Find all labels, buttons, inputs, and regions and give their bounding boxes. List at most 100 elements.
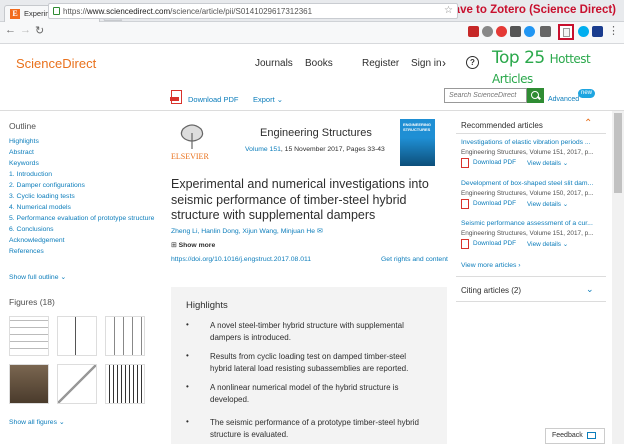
outline-item-numerical[interactable]: 4. Numerical models (9, 204, 71, 211)
view-more-articles-link[interactable]: View more articles › (461, 262, 521, 269)
figure-thumbnail[interactable] (105, 364, 145, 404)
bullet: • (186, 320, 189, 329)
outline-item-highlights[interactable]: Highlights (9, 138, 39, 145)
divider (456, 301, 606, 302)
figure-thumbnail[interactable] (57, 316, 97, 356)
pdf-icon (461, 158, 469, 168)
address-bar[interactable]: https://www.sciencedirect.com/science/ar… (48, 3, 458, 19)
chevron-right-icon: › (442, 56, 446, 70)
extension-red-icon[interactable] (496, 26, 507, 37)
doi-link[interactable]: https://doi.org/10.1016/j.engstruct.2017… (171, 256, 311, 263)
recommended-download-pdf[interactable]: Download PDF (473, 200, 516, 207)
nav-sign-in[interactable]: Sign in (411, 58, 442, 69)
pdf-icon (461, 239, 469, 249)
recommended-article-title[interactable]: Development of box-shaped steel slit dam… (461, 180, 601, 187)
figure-thumbnail[interactable] (105, 316, 145, 356)
outline-item-conclusions[interactable]: 6. Conclusions (9, 226, 54, 233)
menu-icon[interactable]: ⋮ (608, 24, 619, 37)
outline-item-cyclic[interactable]: 3. Cyclic loading tests (9, 193, 75, 200)
citing-articles-heading[interactable]: Citing articles (2) (461, 286, 521, 295)
outline-item-abstract[interactable]: Abstract (9, 149, 34, 156)
highlight-item: A novel steel-timber hybrid structure wi… (210, 321, 404, 342)
outline-item-introduction[interactable]: 1. Introduction (9, 171, 52, 178)
outline-item-performance[interactable]: 5. Performance evaluation of prototype s… (9, 215, 154, 222)
bullet: • (186, 382, 189, 391)
figures-heading: Figures (18) (9, 297, 55, 307)
figure-thumbnail[interactable] (9, 316, 49, 356)
back-arrow-icon[interactable]: ← (5, 24, 16, 36)
recommended-view-details[interactable]: View details ⌄ (527, 159, 568, 167)
recommended-view-details[interactable]: View details ⌄ (527, 200, 568, 208)
recommended-view-details[interactable]: View details ⌄ (527, 240, 568, 248)
rights-link[interactable]: Get rights and content (381, 256, 448, 263)
outline-heading: Outline (9, 121, 36, 131)
extension-download-icon[interactable] (540, 26, 551, 37)
zotero-tooltip: Save to Zotero (Science Direct) (446, 4, 616, 16)
recommended-article-meta: Engineering Structures, Volume 151, 2017… (461, 230, 594, 237)
divider (456, 133, 606, 134)
recommended-download-pdf[interactable]: Download PDF (473, 159, 516, 166)
feedback-button[interactable]: Feedback (545, 428, 605, 444)
volume-link[interactable]: Volume 151 (245, 146, 281, 153)
highlight-item: A nonlinear numerical model of the hybri… (210, 383, 399, 404)
recommended-download-pdf[interactable]: Download PDF (473, 240, 516, 247)
search-field[interactable] (444, 88, 527, 103)
url-text: https://www.sciencedirect.com/science/ar… (63, 7, 313, 16)
help-icon[interactable]: ? (466, 56, 479, 69)
advanced-search-link[interactable]: Advanced (548, 96, 579, 103)
email-icon: ✉ (316, 228, 323, 235)
chat-bubble-icon (587, 432, 596, 439)
sciencedirect-logo[interactable]: ScienceDirect (16, 56, 96, 71)
bullet: • (186, 351, 189, 360)
show-full-outline-link[interactable]: Show full outline ⌄ (9, 273, 66, 281)
extension-cyan-icon[interactable] (578, 26, 589, 37)
nav-books[interactable]: Books (305, 58, 333, 69)
bookmark-star-icon[interactable]: ☆ (444, 5, 453, 16)
reload-icon[interactable]: ↻ (35, 24, 44, 37)
favicon-icon: E (10, 9, 20, 19)
recommended-article-title[interactable]: Seismic performance assessment of a cur.… (461, 220, 601, 227)
search-button[interactable] (527, 88, 544, 103)
nav-journals[interactable]: Journals (255, 58, 293, 69)
journal-cover-image[interactable]: ENGINEERING STRUCTURES (400, 119, 435, 166)
lock-icon (53, 7, 60, 15)
extension-navy-icon[interactable] (592, 26, 603, 37)
collapse-caret-icon[interactable]: ⌃ (584, 118, 592, 129)
scrollbar-thumb[interactable] (614, 113, 622, 193)
extension-abp-icon[interactable] (468, 26, 479, 37)
journal-issue-info: Volume 151, 15 November 2017, Pages 33-4… (245, 146, 385, 153)
show-more-button[interactable]: ⊞ Show more (171, 241, 215, 249)
journal-title[interactable]: Engineering Structures (260, 127, 372, 139)
forward-arrow-icon[interactable]: → (20, 24, 31, 36)
recommended-article-title[interactable]: Investigations of elastic vibration peri… (461, 139, 601, 146)
export-menu[interactable]: Export ⌄ (253, 95, 283, 104)
document-icon (563, 28, 570, 37)
divider (456, 276, 606, 277)
outline-item-references[interactable]: References (9, 248, 44, 255)
top25-promo[interactable]: Top 25 Hottest Articles (492, 48, 624, 88)
outline-item-keywords[interactable]: Keywords (9, 160, 39, 167)
elsevier-wordmark: ELSEVIER (171, 152, 209, 161)
outline-item-acknowledgement[interactable]: Acknowledgement (9, 237, 65, 244)
pdf-icon (461, 199, 469, 209)
nav-register[interactable]: Register (362, 58, 399, 69)
highlights-heading: Highlights (186, 300, 228, 311)
authors-list[interactable]: Zheng Li, Hanlin Dong, Xijun Wang, Minju… (171, 227, 323, 235)
download-pdf-link[interactable]: Download PDF (188, 95, 238, 104)
zotero-save-button[interactable] (558, 24, 574, 40)
new-badge: new (578, 89, 595, 98)
extension-blue-icon[interactable] (524, 26, 535, 37)
divider (0, 110, 624, 111)
search-input[interactable] (445, 89, 525, 102)
recommended-heading: Recommended articles (461, 121, 543, 130)
show-all-figures-link[interactable]: Show all figures ⌄ (9, 418, 65, 426)
extension-dark-icon[interactable] (510, 26, 521, 37)
recommended-article-meta: Engineering Structures, Volume 151, 2017… (461, 149, 594, 156)
highlight-item: The seismic performance of a prototype t… (210, 418, 419, 439)
figure-thumbnail[interactable] (9, 364, 49, 404)
figure-thumbnail[interactable] (57, 364, 97, 404)
pdf-icon (170, 90, 182, 104)
outline-item-dampers[interactable]: 2. Damper configurations (9, 182, 85, 189)
extension-gear-icon[interactable] (482, 26, 493, 37)
chevron-down-icon[interactable]: ⌄ (586, 284, 594, 295)
